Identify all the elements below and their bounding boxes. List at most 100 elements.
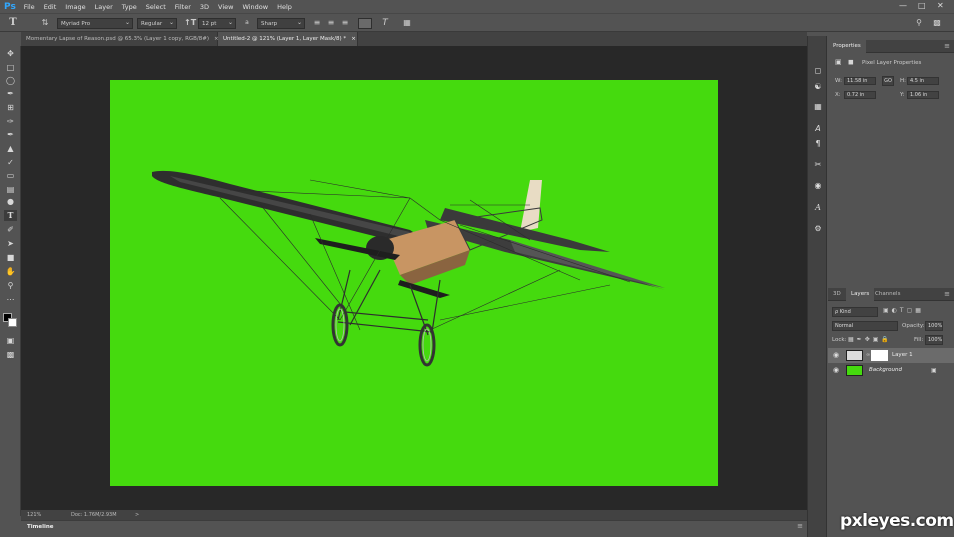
quick-selection-tool-icon[interactable]: ✒: [4, 88, 17, 99]
maximize-button[interactable]: □: [918, 1, 926, 10]
menu-window[interactable]: Window: [242, 3, 268, 11]
tools-panel: ✥ □ ◯ ✒ ⊞ ✑ ✒ ▲ ✓ ▭ ▤ ● T ✐ ➤ ■ ✋ ⚲ ⋯ ▣ …: [0, 46, 21, 516]
type-tool-icon[interactable]: T: [4, 210, 17, 221]
layers-tab-bar: 3D Layers Channels ≡: [828, 288, 954, 301]
eyedropper-tool-icon[interactable]: ✑: [4, 116, 17, 127]
timeline-menu-icon[interactable]: ≡: [797, 522, 803, 530]
visibility-eye-icon[interactable]: ◉: [833, 348, 839, 363]
layers-menu-icon[interactable]: ≡: [944, 290, 950, 298]
menu-layer[interactable]: Layer: [95, 3, 113, 11]
opacity-field[interactable]: 100%: [925, 321, 943, 331]
zoom-level[interactable]: 121%: [27, 510, 41, 520]
layer-mask-thumbnail[interactable]: [871, 350, 888, 361]
properties-menu-icon[interactable]: ≡: [944, 42, 950, 50]
menu-filter[interactable]: Filter: [175, 3, 191, 11]
menu-select[interactable]: Select: [146, 3, 166, 11]
path-selection-icon[interactable]: ➤: [4, 238, 17, 249]
clone-source-icon[interactable]: ⚙: [813, 224, 823, 234]
doc-size-info: Doc: 1.76M/2.93M: [71, 512, 117, 518]
character-panel-icon[interactable]: A: [813, 124, 823, 134]
timeline-tab[interactable]: Timeline: [27, 524, 54, 530]
dodge-tool-icon[interactable]: ●: [4, 196, 17, 207]
gradient-tool-icon[interactable]: ▤: [4, 184, 17, 195]
history-panel-icon[interactable]: ◻: [813, 66, 823, 76]
brush-tool-icon[interactable]: ✒: [4, 129, 17, 140]
pen-tool-icon[interactable]: ✐: [4, 224, 17, 235]
menu-type[interactable]: Type: [122, 3, 137, 11]
right-panel-dock: Properties ≡ ▣ ◼ Pixel Layer Properties …: [828, 36, 954, 537]
zoom-tool-icon[interactable]: ⚲: [4, 280, 17, 291]
hand-tool-icon[interactable]: ✋: [4, 266, 17, 277]
menu-image[interactable]: Image: [65, 3, 85, 11]
mask-link-icon[interactable]: ∞: [866, 350, 870, 361]
tab-3d[interactable]: 3D: [828, 288, 846, 301]
x-position-field[interactable]: 0.72 in: [844, 91, 876, 99]
link-dimensions-icon[interactable]: GO: [882, 76, 894, 86]
font-style-select[interactable]: Regular ⌄: [137, 18, 177, 29]
visibility-eye-icon[interactable]: ◉: [833, 363, 839, 378]
layer-row-layer-1[interactable]: ◉ ∞ Layer 1: [828, 348, 954, 363]
document-canvas[interactable]: [110, 80, 718, 486]
y-position-field[interactable]: 1.06 in: [907, 91, 939, 99]
photoshop-logo: Ps: [4, 1, 16, 12]
glyphs-panel-icon[interactable]: A: [813, 203, 823, 213]
status-menu-arrow[interactable]: >: [135, 510, 139, 520]
fill-field[interactable]: 100%: [925, 335, 943, 345]
marquee-tool-icon[interactable]: □: [4, 62, 17, 73]
more-tools-icon[interactable]: ⋯: [4, 294, 17, 305]
adjustments-panel-icon[interactable]: ☯: [813, 82, 823, 92]
history-brush-icon[interactable]: ✓: [4, 157, 17, 168]
lock-icons[interactable]: ▦✒✥▣🔒: [848, 336, 892, 343]
tool-presets-icon[interactable]: ✂: [813, 160, 823, 170]
text-orientation-icon[interactable]: ⇅: [40, 18, 50, 28]
quick-mask-icon[interactable]: ▣: [4, 335, 17, 346]
blend-mode-select[interactable]: Normal: [832, 321, 898, 331]
shape-tool-icon[interactable]: ■: [4, 252, 17, 263]
crop-tool-icon[interactable]: ⊞: [4, 102, 17, 113]
tab-momentary-lapse[interactable]: Momentary Lapse of Reason.psd @ 65.3% (L…: [21, 32, 219, 46]
align-center-icon[interactable]: ≡: [326, 18, 336, 28]
styles-panel-icon[interactable]: ▦: [813, 102, 823, 112]
layer-name: Background: [869, 367, 902, 373]
stamp-tool-icon[interactable]: ▲: [4, 143, 17, 154]
search-icon[interactable]: ⚲: [914, 18, 924, 28]
tab-close-icon[interactable]: ×: [351, 36, 356, 42]
character-panel-icon[interactable]: ▦: [402, 18, 412, 28]
menu-help[interactable]: Help: [277, 3, 292, 11]
minimize-button[interactable]: —: [899, 1, 907, 10]
screen-mode-icon[interactable]: ▩: [4, 349, 17, 360]
properties-tab-bar: Properties ≡: [828, 40, 954, 53]
lasso-tool-icon[interactable]: ◯: [4, 75, 17, 86]
menu-3d[interactable]: 3D: [200, 3, 209, 11]
move-tool-icon[interactable]: ✥: [4, 48, 17, 59]
workspace-icon[interactable]: ▩: [932, 18, 942, 28]
warp-text-icon[interactable]: T: [380, 18, 390, 28]
layer-filter-kind[interactable]: ρ Kind: [832, 307, 878, 317]
paragraph-panel-icon[interactable]: ¶: [813, 139, 823, 149]
eraser-tool-icon[interactable]: ▭: [4, 170, 17, 181]
layer-row-background[interactable]: ◉ Background ▣: [828, 363, 954, 378]
timeline-panel: Timeline ≡: [21, 520, 807, 537]
align-right-icon[interactable]: ≡: [340, 18, 350, 28]
menu-edit[interactable]: Edit: [44, 3, 57, 11]
brush-presets-icon[interactable]: ◉: [813, 181, 823, 191]
font-size-select[interactable]: 12 pt ⌄: [198, 18, 236, 29]
tab-untitled-2[interactable]: Untitled-2 @ 121% (Layer 1, Layer Mask/8…: [218, 32, 358, 46]
align-left-icon[interactable]: ≡: [312, 18, 322, 28]
menu-file[interactable]: File: [24, 3, 35, 11]
width-field[interactable]: 11.58 in: [844, 77, 876, 85]
menu-view[interactable]: View: [218, 3, 233, 11]
antialias-select[interactable]: Sharp ⌄: [257, 18, 305, 29]
close-window-button[interactable]: ✕: [937, 1, 944, 10]
height-field[interactable]: 4.5 in: [907, 77, 939, 85]
pixel-layer-icon: ▣: [835, 58, 842, 66]
airplane-image: [152, 170, 665, 367]
tab-channels[interactable]: Channels: [870, 288, 905, 301]
tab-properties[interactable]: Properties: [828, 40, 866, 53]
layer-filter-icons[interactable]: ▣◐T▢▦: [883, 307, 924, 314]
background-color-swatch[interactable]: [8, 318, 17, 327]
text-color-swatch[interactable]: [358, 18, 372, 29]
mask-icon[interactable]: ◼: [848, 58, 854, 66]
type-tool-preset-icon[interactable]: T: [8, 18, 18, 28]
font-family-select[interactable]: Myriad Pro ⌄: [57, 18, 133, 29]
